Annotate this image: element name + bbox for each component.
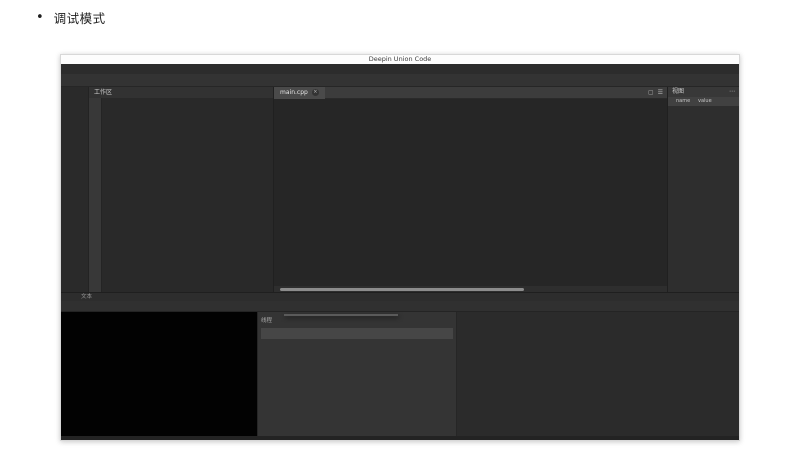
ide-window: Deepin Union Code 工作区 main.cpp × ▢ ☰ 视图 … [60,54,740,441]
debug-toolbar [61,74,739,87]
col-value: value [698,98,712,104]
variables-panel: 视图 ⋯ name value [667,87,739,292]
col-name: name [676,98,691,104]
bottom-section-label: 文本 [81,294,93,300]
stack-table [261,328,453,350]
menubar [61,64,739,74]
thread-dropdown-list [284,314,398,316]
stack-frame-row[interactable] [261,339,453,350]
debugger-output[interactable] [457,312,739,436]
threads-label: 线程 [261,318,273,324]
editor-tab-label: main.cpp [280,89,308,96]
stack-threads-panel: 线程 [257,312,457,436]
window-footer [61,436,739,440]
bottom-panel: 文本 线程 [61,292,739,440]
workspace-vertical-tabs [89,98,102,292]
code-editor: main.cpp × ▢ ☰ [274,86,667,292]
bullet-label: 调试模式 [53,11,106,26]
console-terminal[interactable] [61,312,257,436]
split-editor-icon[interactable]: ▢ [648,89,654,96]
variables-header: 视图 [672,88,685,95]
bullet-icon: • [36,10,44,25]
workspace-panel: 工作区 [89,87,274,292]
hscroll-thumb[interactable] [280,287,524,291]
window-title: Deepin Union Code [368,55,432,63]
panel-menu-icon[interactable]: ⋯ [729,87,735,97]
activity-bar [61,87,89,292]
editor-tab-main-cpp[interactable]: main.cpp × [274,86,325,99]
workspace-header: 工作区 [89,87,273,98]
titlebar[interactable]: Deepin Union Code [61,55,739,64]
close-tab-icon[interactable]: × [311,89,319,96]
editor-tabbar: main.cpp × ▢ ☰ [274,86,667,99]
project-tree [102,98,273,292]
editor-body[interactable] [274,99,667,286]
bottom-tabbar [61,301,739,312]
editor-menu-icon[interactable]: ☰ [658,89,663,96]
editor-hscrollbar[interactable] [274,286,667,292]
variables-columns: name value [668,97,739,106]
main-area: 工作区 main.cpp × ▢ ☰ 视图 ⋯ name value [61,86,739,292]
page-bullet-item: • 调试模式 [36,8,106,27]
